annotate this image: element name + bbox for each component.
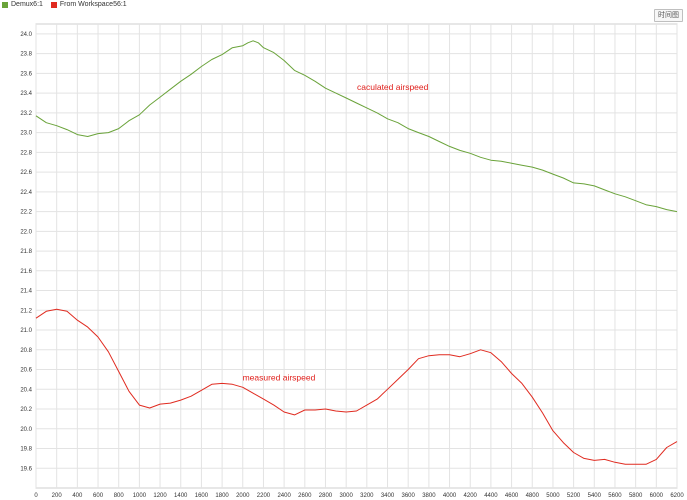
x-tick-label: 2200 [257,493,271,499]
x-tick-label: 4800 [526,493,540,499]
y-tick-label: 22.4 [20,190,32,196]
y-tick-label: 20.2 [20,407,32,413]
chart-window: Demux6:1 From Workspace56:1 时间图 19.6 19.8… [0,0,687,500]
x-tick-label: 3400 [381,493,395,499]
x-tick-label: 1800 [215,493,229,499]
x-tick-label: 4000 [443,493,457,499]
x-tick-label: 2600 [298,493,312,499]
y-tick-label: 20.4 [20,387,32,393]
x-tick-label: 6000 [650,493,664,499]
y-tick-label: 19.6 [20,466,32,472]
x-tick-label: 2400 [277,493,291,499]
x-tick-label: 4400 [484,493,498,499]
y-tick-label: 19.8 [20,447,32,453]
line-chart: 19.6 19.8 20.0 20.2 20.4 20.6 20.8 21.0 21.2 21.4… [20,23,684,499]
y-tick-label: 21.8 [20,249,32,255]
x-tick-label: 5600 [608,493,622,499]
x-tick-label: 3200 [360,493,374,499]
y-tick-label: 22.0 [20,229,32,235]
y-tick-label: 21.4 [20,289,32,295]
y-tick-label: 23.4 [20,91,32,97]
x-tick-label: 400 [72,493,83,499]
x-tick-label: 0 [34,493,38,499]
x-tick-label: 600 [93,493,104,499]
y-tick-label: 21.6 [20,269,32,275]
annotation-calculated: caculated airspeed [357,82,429,92]
y-tick-label: 22.2 [20,210,32,216]
y-tick-label: 24.0 [20,32,32,38]
x-tick-label: 1200 [153,493,167,499]
grid [35,23,678,489]
annotation-measured: measured airspeed [243,372,316,382]
y-tick-label: 22.6 [20,170,32,176]
x-tick-label: 2000 [236,493,250,499]
x-tick-label: 5800 [629,493,643,499]
x-tick-label: 800 [114,493,125,499]
y-tick-label: 21.0 [20,328,32,334]
y-tick-label: 20.8 [20,348,32,354]
x-tick-label: 1600 [195,493,209,499]
y-tick-label: 23.8 [20,52,32,58]
y-tick-label: 23.0 [20,131,32,137]
x-tick-label: 3600 [402,493,416,499]
x-tick-label: 5000 [546,493,560,499]
x-tick-label: 3800 [422,493,436,499]
x-tick-label: 2800 [319,493,333,499]
y-tick-label: 20.0 [20,427,32,433]
y-tick-label: 21.2 [20,308,32,314]
y-tick-label: 23.2 [20,111,32,117]
y-tick-label: 20.6 [20,368,32,374]
x-tick-label: 1000 [133,493,147,499]
x-tick-label: 3000 [339,493,353,499]
x-tick-label: 1400 [174,493,188,499]
y-tick-label: 22.8 [20,150,32,156]
x-tick-label: 5200 [567,493,581,499]
x-tick-label: 6200 [670,493,684,499]
x-axis-ticks: 0 200 400 600 800 1000 1200 1400 1600 1800 2000 220… [34,493,684,499]
x-tick-label: 200 [52,493,63,499]
x-tick-label: 4200 [464,493,478,499]
y-axis-ticks: 19.6 19.8 20.0 20.2 20.4 20.6 20.8 21.0 21.2 21.4… [20,32,32,472]
y-tick-label: 23.6 [20,71,32,77]
x-tick-label: 5400 [588,493,602,499]
x-tick-label: 4600 [505,493,519,499]
